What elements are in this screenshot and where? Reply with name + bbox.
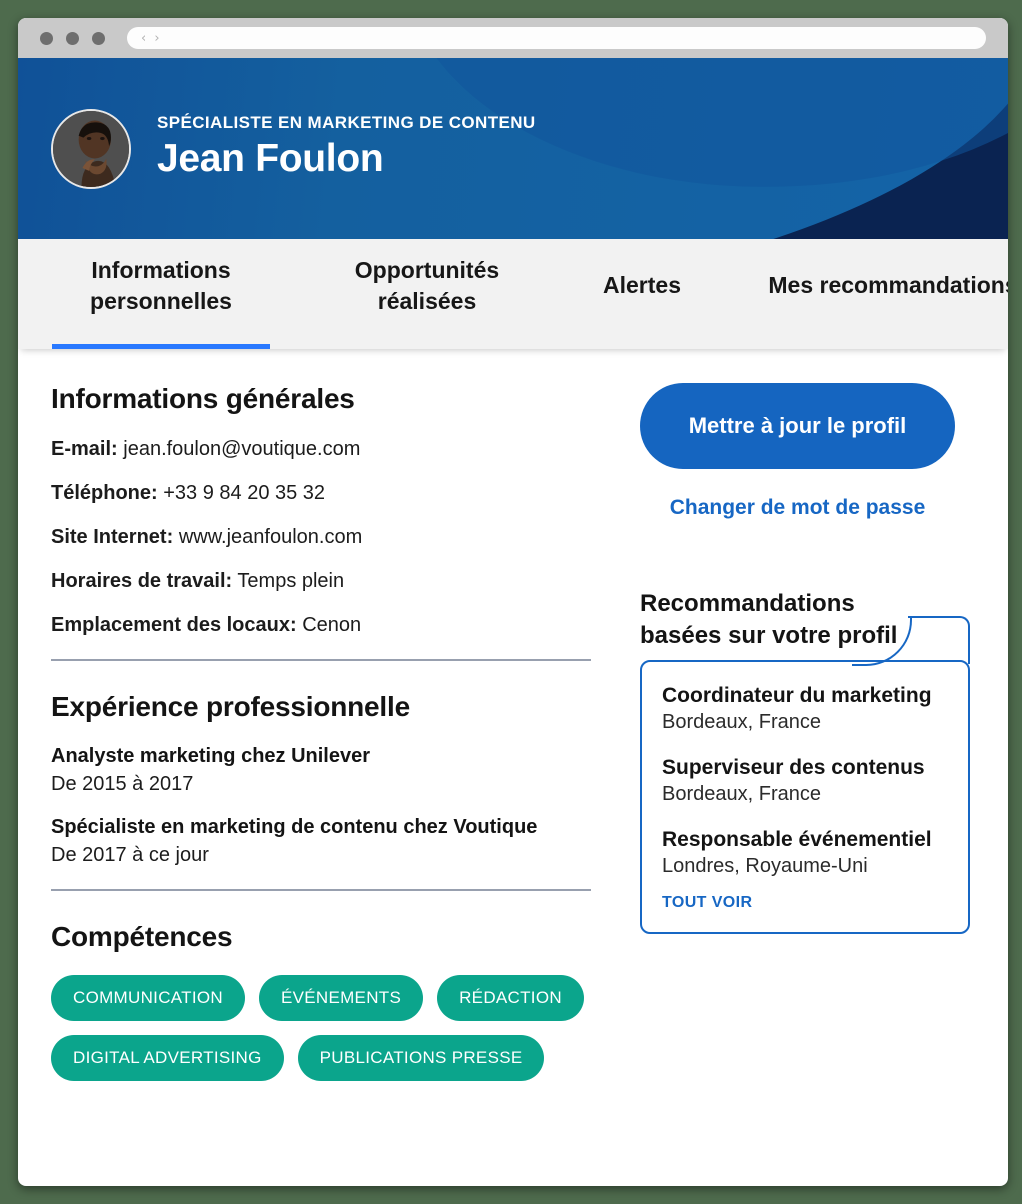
profile-hero: SPÉCIALISTE EN MARKETING DE CONTENU Jean…	[18, 58, 1008, 239]
experience-title: Expérience professionnelle	[51, 691, 410, 722]
recommendation-item[interactable]: Responsable événementiel Londres, Royaum…	[662, 828, 948, 878]
skill-tag[interactable]: RÉDACTION	[437, 975, 584, 1021]
tab-mes-recommandations[interactable]: Mes recommandations	[764, 239, 1008, 349]
info-label: Emplacement des locaux:	[51, 614, 297, 636]
skills-title: Compétences	[51, 921, 233, 952]
section-divider	[51, 659, 591, 661]
info-label: Site Internet:	[51, 526, 174, 548]
tab-label: Opportunités réalisées	[354, 256, 500, 314]
speech-bubble-notch-icon	[852, 615, 970, 666]
skill-tag[interactable]: COMMUNICATION	[51, 975, 245, 1021]
tab-label: Informations personnelles	[90, 256, 232, 314]
avatar[interactable]	[51, 108, 131, 189]
main-content: Informations générales E-mail: jean.foul…	[18, 349, 1008, 1081]
experience-item-dates: De 2017 à ce jour	[51, 844, 209, 866]
recommendation-item[interactable]: Superviseur des contenus Bordeaux, Franc…	[662, 756, 948, 806]
info-row-email: E-mail: jean.foulon@voutique.com	[51, 437, 618, 461]
change-password-link[interactable]: Changer de mot de passe	[640, 496, 955, 520]
left-column: Informations générales E-mail: jean.foul…	[18, 383, 618, 1081]
info-row-telephone: Téléphone: +33 9 84 20 35 32	[51, 481, 618, 505]
info-value: Cenon	[302, 614, 362, 636]
general-info-title: Informations générales	[51, 383, 355, 414]
address-bar[interactable]: ‹ ›	[127, 27, 986, 49]
recommendation-location: Londres, Royaume-Uni	[662, 854, 868, 877]
experience-item: Analyste marketing chez Unilever De 2015…	[51, 745, 618, 796]
update-profile-button[interactable]: Mettre à jour le profil	[640, 383, 955, 469]
experience-item-title: Analyste marketing chez Unilever	[51, 745, 371, 767]
experience-item: Spécialiste en marketing de contenu chez…	[51, 816, 618, 867]
tab-bar: Informations personnelles Opportunités r…	[18, 239, 1008, 349]
nav-arrows-icon[interactable]: ‹ ›	[141, 31, 162, 46]
recommendation-title: Coordinateur du marketing	[662, 683, 932, 707]
experience-item-dates: De 2015 à 2017	[51, 773, 194, 795]
minimize-dot[interactable]	[66, 31, 79, 45]
recommendation-location: Bordeaux, France	[662, 710, 821, 733]
recommendations-box: Coordinateur du marketing Bordeaux, Fran…	[640, 615, 970, 934]
avatar-photo-icon	[53, 110, 129, 187]
tab-opportunites-realisees[interactable]: Opportunités réalisées	[323, 239, 531, 349]
section-divider	[51, 889, 591, 891]
experience-item-title: Spécialiste en marketing de contenu chez…	[51, 816, 538, 838]
skill-tag[interactable]: DIGITAL ADVERTISING	[51, 1035, 284, 1081]
info-value: Temps plein	[237, 570, 345, 592]
window-controls	[32, 31, 105, 45]
recommendation-title: Responsable événementiel	[662, 827, 932, 851]
tab-label: Alertes	[603, 272, 681, 299]
info-row-horaires: Horaires de travail: Temps plein	[51, 569, 618, 593]
see-all-recommendations-link[interactable]: TOUT VOIR	[662, 894, 752, 912]
tab-alertes[interactable]: Alertes	[577, 239, 707, 349]
skills-list: COMMUNICATION ÉVÉNEMENTS RÉDACTION DIGIT…	[51, 975, 611, 1081]
info-row-emplacement: Emplacement des locaux: Cenon	[51, 613, 618, 637]
close-dot[interactable]	[40, 31, 53, 45]
recommendation-item[interactable]: Coordinateur du marketing Bordeaux, Fran…	[662, 684, 948, 734]
recommendation-location: Bordeaux, France	[662, 782, 821, 805]
skill-tag[interactable]: PUBLICATIONS PRESSE	[297, 1035, 545, 1081]
recommendations-panel: Recommandations basées sur votre profil …	[640, 588, 970, 934]
tab-informations-personnelles[interactable]: Informations personnelles	[52, 239, 270, 349]
info-value: jean.foulon@voutique.com	[123, 438, 361, 460]
browser-chrome: ‹ ›	[18, 18, 1008, 58]
tab-label: Mes recommandations	[768, 272, 1008, 299]
info-label: E-mail:	[51, 438, 118, 460]
maximize-dot[interactable]	[92, 31, 105, 45]
info-value: www.jeanfoulon.com	[178, 526, 363, 548]
profile-role: SPÉCIALISTE EN MARKETING DE CONTENU	[157, 112, 536, 132]
recommendation-title: Superviseur des contenus	[662, 755, 925, 779]
info-row-site-internet: Site Internet: www.jeanfoulon.com	[51, 525, 618, 549]
info-value: +33 9 84 20 35 32	[163, 482, 326, 504]
right-column: Mettre à jour le profil Changer de mot d…	[618, 383, 1008, 1081]
skill-tag[interactable]: ÉVÉNEMENTS	[258, 975, 424, 1021]
browser-window: ‹ › SPÉCIALISTE EN MARKETING DE CONTENU …	[18, 18, 1008, 1186]
info-label: Téléphone:	[51, 482, 158, 504]
info-label: Horaires de travail:	[51, 570, 233, 592]
profile-name: Jean Foulon	[157, 136, 384, 180]
